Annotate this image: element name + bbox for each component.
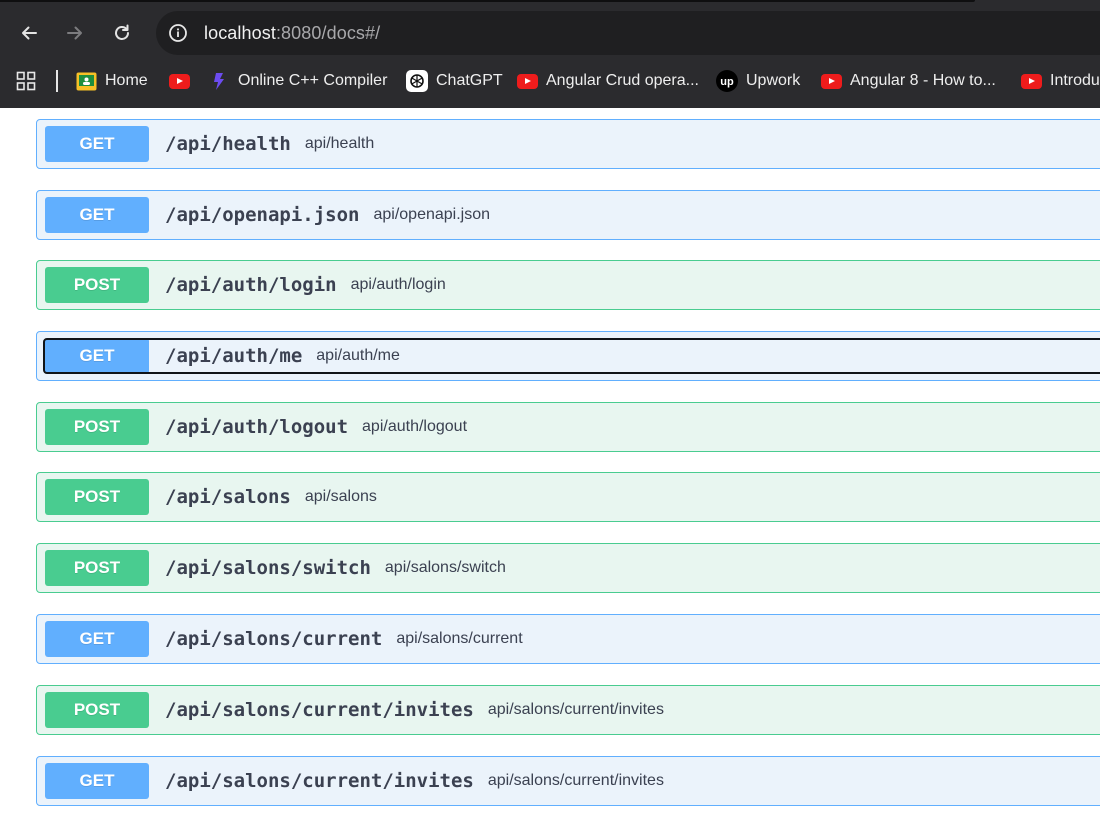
- apps-grid-icon[interactable]: [16, 71, 36, 96]
- operation-get-api-salons-current[interactable]: GET /api/salons/current api/salons/curre…: [36, 614, 1100, 664]
- bookmark-youtube[interactable]: [168, 69, 198, 93]
- address-bar[interactable]: localhost:8080/docs#/: [156, 11, 1100, 55]
- method-badge: GET: [45, 621, 149, 657]
- operation-summary: api/salons/current/invites: [487, 701, 664, 718]
- forward-button[interactable]: [58, 16, 92, 50]
- operation-summary: api/health: [304, 135, 375, 152]
- youtube-icon: [516, 70, 538, 92]
- operation-path: /api/auth/me: [165, 345, 303, 367]
- operation-path: /api/salons: [165, 486, 291, 508]
- arrow-right-icon: [67, 26, 82, 40]
- back-button[interactable]: [12, 16, 46, 50]
- operation-path: /api/openapi.json: [165, 204, 360, 226]
- method-badge: GET: [45, 126, 149, 162]
- operation-post-api-salons-switch[interactable]: POST /api/salons/switch api/salons/switc…: [36, 543, 1100, 593]
- youtube-icon: [820, 70, 842, 92]
- operation-post-api-salons-current-invites[interactable]: POST /api/salons/current/invites api/sal…: [36, 685, 1100, 735]
- bookmark-introduction[interactable]: Introdu: [1020, 69, 1100, 93]
- youtube-icon: [168, 70, 190, 92]
- bookmark-home[interactable]: Home: [75, 69, 148, 93]
- bookmark-upwork[interactable]: up Upwork: [716, 69, 800, 93]
- upwork-icon: up: [716, 70, 738, 92]
- operation-path: /api/salons/current/invites: [165, 699, 474, 721]
- url-path: :8080/docs#/: [275, 22, 381, 43]
- operation-post-api-auth-logout[interactable]: POST /api/auth/logout api/auth/logout: [36, 402, 1100, 452]
- operation-path: /api/health: [165, 133, 291, 155]
- url-text[interactable]: localhost:8080/docs#/: [204, 23, 380, 44]
- operation-summary: api/auth/me: [316, 347, 400, 364]
- operation-summary: api/auth/login: [350, 276, 446, 293]
- method-badge: POST: [45, 692, 149, 728]
- method-badge: GET: [45, 763, 149, 799]
- operation-get-api-health[interactable]: GET /api/health api/health: [36, 119, 1100, 169]
- openai-icon: [406, 70, 428, 92]
- bookmark-online-cpp-compiler[interactable]: Online C++ Compiler: [208, 69, 387, 93]
- operation-summary: api/openapi.json: [373, 206, 491, 223]
- operation-get-api-auth-me[interactable]: GET /api/auth/me api/auth/me: [36, 331, 1100, 381]
- operation-summary: api/salons/current/invites: [487, 772, 664, 789]
- operation-path: /api/auth/login: [165, 274, 337, 296]
- operation-get-api-openapi-json[interactable]: GET /api/openapi.json api/openapi.json: [36, 190, 1100, 240]
- operation-path: /api/salons/switch: [165, 557, 371, 579]
- bookmark-label: Online C++ Compiler: [238, 72, 388, 89]
- bookmarks-bar: Home Online C++ Compiler ChatGPT Angular…: [0, 62, 1100, 100]
- compiler-icon: [208, 70, 230, 92]
- bookmark-label: Angular Crud opera...: [546, 72, 699, 89]
- bookmark-label: Introdu: [1050, 72, 1100, 89]
- bookmarks-separator: [56, 70, 58, 92]
- reload-button[interactable]: [105, 16, 139, 50]
- bookmark-label: Upwork: [746, 72, 801, 89]
- method-badge: POST: [45, 267, 149, 303]
- operation-summary: api/auth/logout: [362, 418, 468, 435]
- bookmark-label: Home: [105, 72, 148, 89]
- bookmark-angular-8[interactable]: Angular 8 - How to...: [820, 69, 996, 93]
- tab-strip: [0, 0, 975, 2]
- method-badge: POST: [45, 479, 149, 515]
- operation-summary: api/salons/switch: [384, 559, 506, 576]
- method-badge: GET: [45, 338, 149, 374]
- operation-get-api-salons-current-invites[interactable]: GET /api/salons/current/invites api/salo…: [36, 756, 1100, 806]
- method-badge: POST: [45, 550, 149, 586]
- swagger-operations-list: GET /api/health api/health GET /api/open…: [0, 108, 1100, 825]
- bookmark-chatgpt[interactable]: ChatGPT: [406, 69, 503, 93]
- bookmark-label: Angular 8 - How to...: [850, 72, 996, 89]
- operation-summary: api/salons/current: [396, 630, 523, 647]
- youtube-icon: [1020, 70, 1042, 92]
- site-info-icon[interactable]: [167, 22, 189, 44]
- svg-text:up: up: [720, 76, 734, 88]
- bookmark-label: ChatGPT: [436, 72, 503, 89]
- arrow-left-icon: [22, 26, 37, 40]
- bookmark-angular-crud[interactable]: Angular Crud opera...: [516, 69, 699, 93]
- operation-summary: api/salons: [304, 488, 377, 505]
- operation-path: /api/salons/current/invites: [165, 770, 474, 792]
- method-badge: POST: [45, 409, 149, 445]
- url-host: localhost: [204, 22, 276, 43]
- browser-chrome: localhost:8080/docs#/ Home Online C++ Co…: [0, 0, 1100, 108]
- operation-post-api-salons[interactable]: POST /api/salons api/salons: [36, 472, 1100, 522]
- reload-icon: [115, 24, 129, 40]
- classroom-icon: [75, 70, 97, 92]
- operation-path: /api/salons/current: [165, 628, 383, 650]
- method-badge: GET: [45, 197, 149, 233]
- operation-post-api-auth-login[interactable]: POST /api/auth/login api/auth/login: [36, 260, 1100, 310]
- operation-path: /api/auth/logout: [165, 416, 349, 438]
